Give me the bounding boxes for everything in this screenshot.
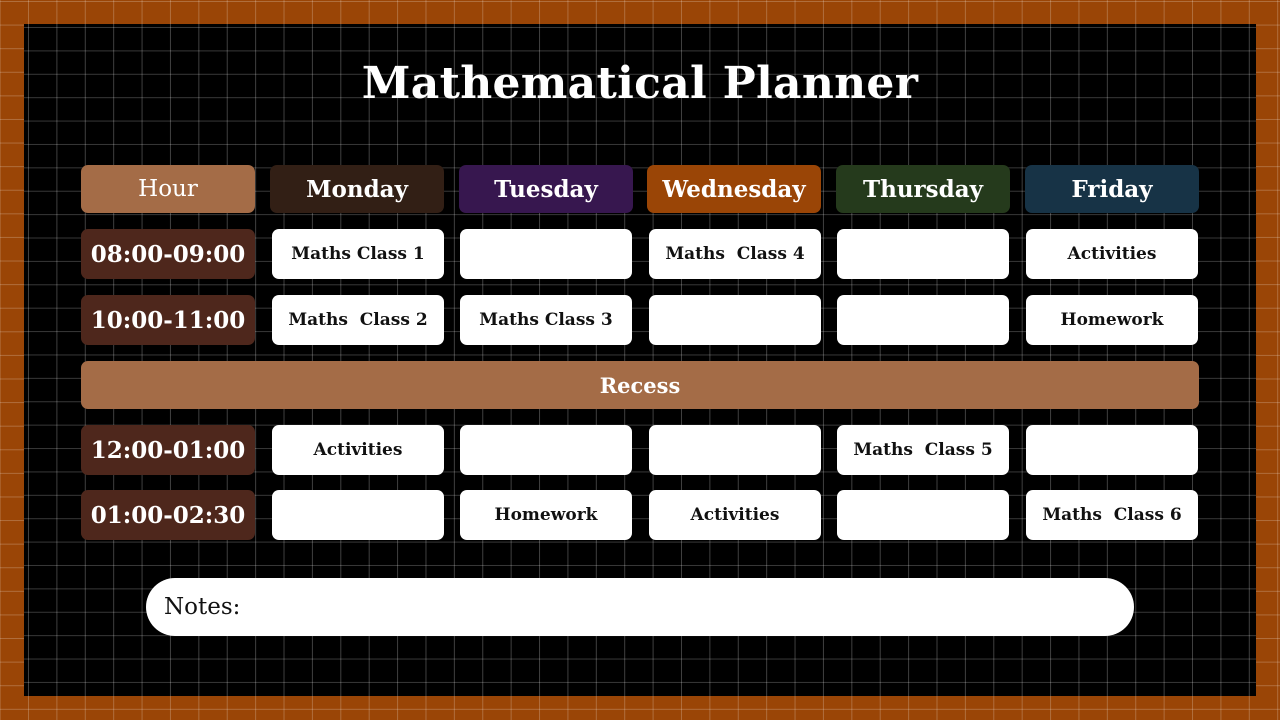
slot-friday[interactable] [1026, 425, 1198, 475]
slot-tuesday[interactable]: Maths Class 3 [460, 295, 632, 345]
header-hour: Hour [81, 165, 255, 213]
slot-wednesday[interactable]: Maths Class 4 [649, 229, 821, 279]
slot-tuesday[interactable]: Homework [460, 490, 632, 540]
time-cell: 10:00-11:00 [81, 295, 255, 345]
time-cell: 08:00-09:00 [81, 229, 255, 279]
slot-wednesday[interactable] [649, 425, 821, 475]
header-thursday: Thursday [836, 165, 1010, 213]
slot-friday[interactable]: Homework [1026, 295, 1198, 345]
slot-monday[interactable]: Maths Class 1 [272, 229, 444, 279]
header-wednesday: Wednesday [647, 165, 821, 213]
notes-label: Notes: [164, 594, 241, 620]
slot-monday[interactable] [272, 490, 444, 540]
slot-thursday[interactable]: Maths Class 5 [837, 425, 1009, 475]
time-cell: 12:00-01:00 [81, 425, 255, 475]
notes-field[interactable]: Notes: [146, 578, 1134, 636]
slot-thursday[interactable] [837, 229, 1009, 279]
time-cell: 01:00-02:30 [81, 490, 255, 540]
header-monday: Monday [270, 165, 444, 213]
slot-wednesday[interactable] [649, 295, 821, 345]
slot-tuesday[interactable] [460, 229, 632, 279]
slot-monday[interactable]: Activities [272, 425, 444, 475]
slot-monday[interactable]: Maths Class 2 [272, 295, 444, 345]
slot-thursday[interactable] [837, 295, 1009, 345]
slot-friday[interactable]: Activities [1026, 229, 1198, 279]
slot-friday[interactable]: Maths Class 6 [1026, 490, 1198, 540]
page-title: Mathematical Planner [361, 58, 919, 109]
slot-thursday[interactable] [837, 490, 1009, 540]
recess-bar: Recess [81, 361, 1199, 409]
header-tuesday: Tuesday [459, 165, 633, 213]
slot-tuesday[interactable] [460, 425, 632, 475]
header-friday: Friday [1025, 165, 1199, 213]
slot-wednesday[interactable]: Activities [649, 490, 821, 540]
